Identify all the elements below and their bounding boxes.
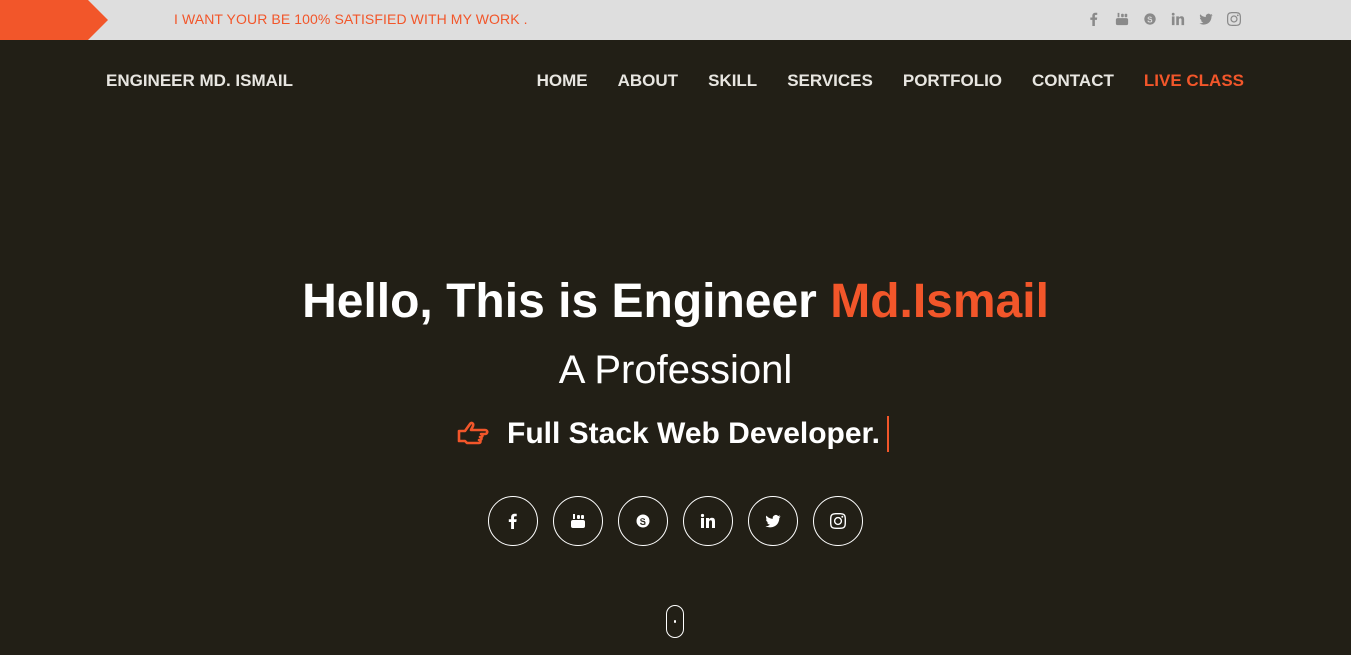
nav-live-class[interactable]: LIVE CLASS bbox=[1144, 71, 1244, 91]
nav-services[interactable]: SERVICES bbox=[787, 71, 873, 91]
facebook-icon[interactable] bbox=[1087, 11, 1101, 27]
twitter-icon[interactable] bbox=[1199, 11, 1213, 27]
site-brand[interactable]: ENGINEER MD. ISMAIL bbox=[106, 71, 293, 91]
top-bar-notch bbox=[88, 0, 108, 40]
linkedin-icon[interactable] bbox=[683, 496, 733, 546]
hero-role: Full Stack Web Developer. bbox=[457, 416, 889, 452]
hero-title-name: Md.Ismail bbox=[830, 275, 1049, 328]
top-social-links bbox=[1087, 11, 1241, 27]
youtube-icon[interactable] bbox=[1115, 11, 1129, 27]
nav-contact[interactable]: CONTACT bbox=[1032, 71, 1114, 91]
hero-subtitle: A Professionl bbox=[558, 348, 793, 392]
skype-icon[interactable] bbox=[618, 496, 668, 546]
instagram-icon[interactable] bbox=[1227, 11, 1241, 27]
hero-role-text: Full Stack Web Developer. bbox=[507, 417, 880, 450]
hero-title: Hello, This is Engineer Md.Ismail bbox=[0, 274, 1351, 329]
hero-social-links bbox=[488, 496, 863, 546]
hero-title-prefix: Hello, This is Engineer bbox=[302, 275, 831, 328]
nav-home[interactable]: HOME bbox=[537, 71, 588, 91]
typing-caret bbox=[886, 416, 889, 452]
instagram-icon[interactable] bbox=[813, 496, 863, 546]
top-bar-message: I WANT YOUR BE 100% SATISFIED WITH MY WO… bbox=[174, 11, 528, 27]
top-bar: I WANT YOUR BE 100% SATISFIED WITH MY WO… bbox=[0, 0, 1351, 40]
nav-skill[interactable]: SKILL bbox=[708, 71, 757, 91]
skype-icon[interactable] bbox=[1143, 11, 1157, 27]
scroll-down-indicator[interactable] bbox=[666, 605, 684, 638]
nav-portfolio[interactable]: PORTFOLIO bbox=[903, 71, 1002, 91]
main-nav: HOME ABOUT SKILL SERVICES PORTFOLIO CONT… bbox=[537, 71, 1244, 91]
hand-pointing-right-icon bbox=[457, 421, 489, 445]
linkedin-icon[interactable] bbox=[1171, 11, 1185, 27]
twitter-icon[interactable] bbox=[748, 496, 798, 546]
scroll-wheel-dot bbox=[674, 620, 676, 623]
nav-about[interactable]: ABOUT bbox=[618, 71, 678, 91]
youtube-icon[interactable] bbox=[553, 496, 603, 546]
facebook-icon[interactable] bbox=[488, 496, 538, 546]
